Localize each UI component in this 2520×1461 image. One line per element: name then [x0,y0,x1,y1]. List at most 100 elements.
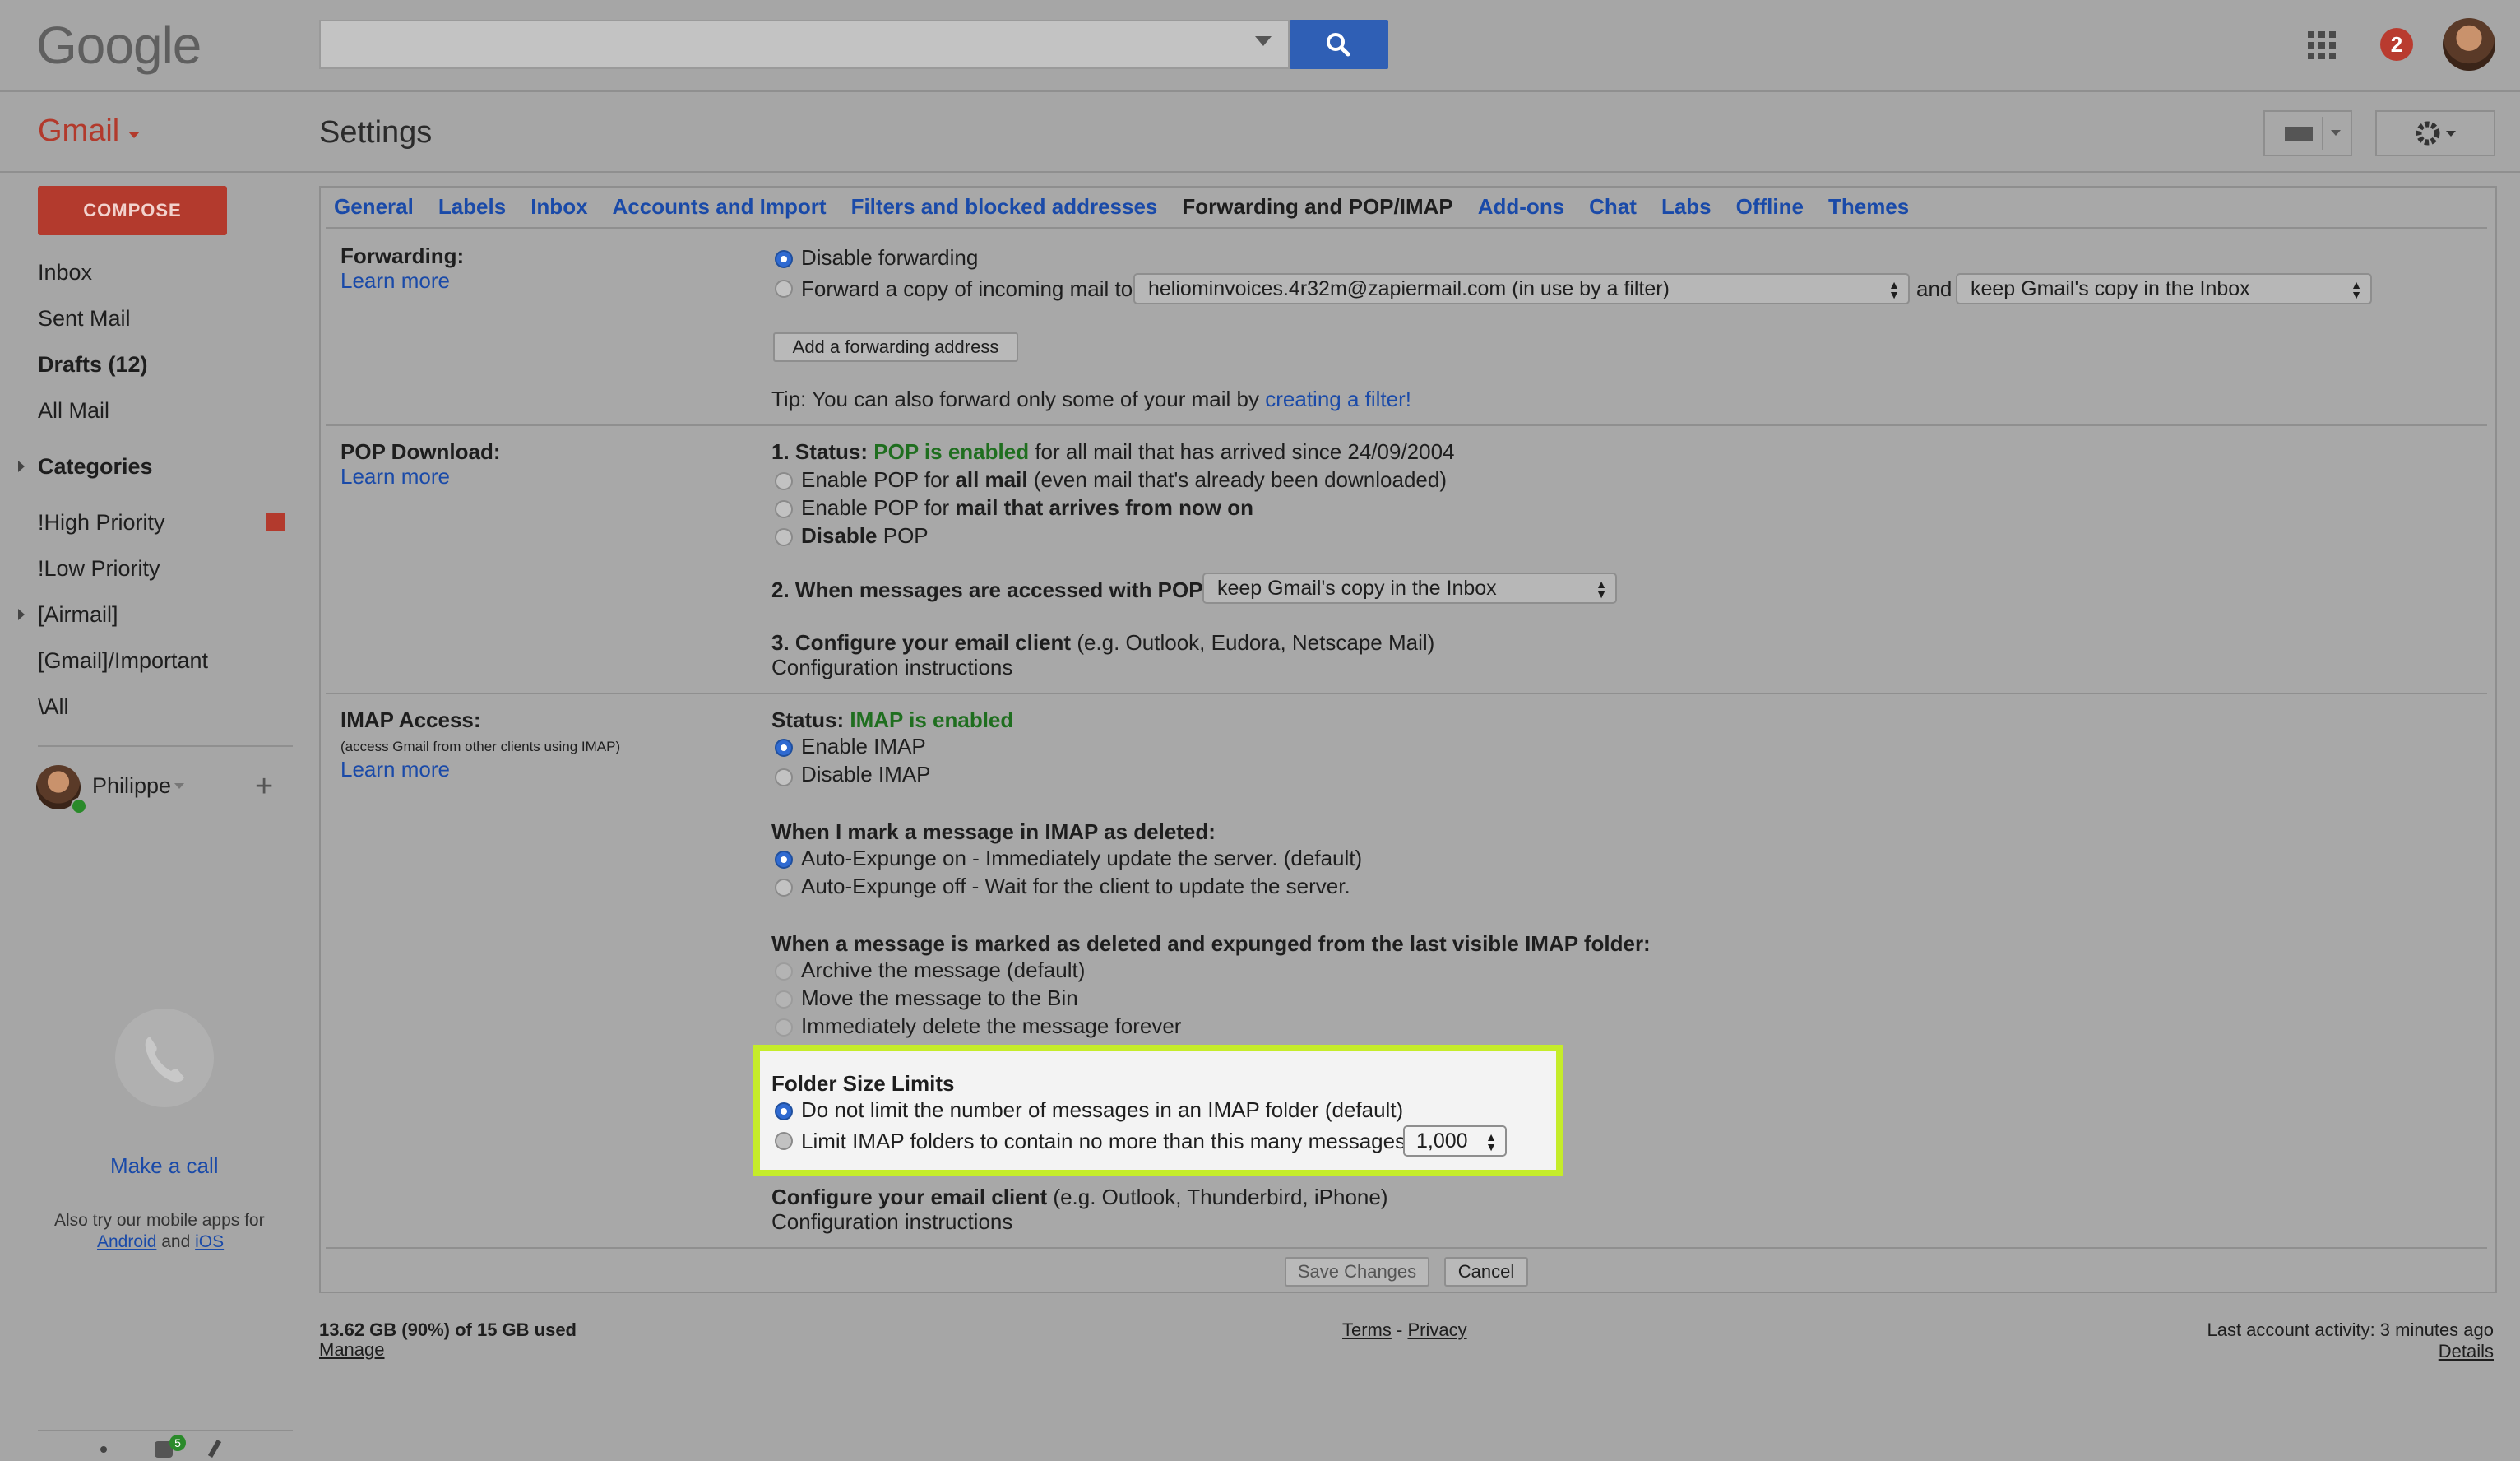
tab-general[interactable]: General [334,194,414,219]
terms-link[interactable]: Terms [1342,1320,1392,1340]
account-avatar[interactable] [2443,18,2495,71]
section-divider [326,693,2487,694]
sidebar-divider [38,745,293,747]
settings-button[interactable] [2375,110,2495,156]
imap-configure-hint: (e.g. Outlook, Thunderbird, iPhone) [1053,1185,1388,1209]
pop-all-mail-radio[interactable] [775,472,793,490]
manage-storage-link[interactable]: Manage [319,1339,385,1361]
imap-status: Status: IMAP is enabled [771,707,1013,733]
expunge-on-radio[interactable] [775,851,793,869]
sidebar-item-high-priority[interactable]: !High Priority [38,510,165,536]
disable-imap-radio[interactable] [775,768,793,786]
mobile-apps-text: Also try our mobile apps for [54,1211,265,1230]
tab-offline[interactable]: Offline [1736,194,1804,219]
privacy-link[interactable]: Privacy [1407,1320,1466,1340]
enable-imap-radio[interactable] [775,739,793,757]
gmail-menu[interactable]: Gmail [38,114,119,149]
tab-filters[interactable]: Filters and blocked addresses [851,194,1158,219]
tab-labels[interactable]: Labels [438,194,506,219]
expand-categories-icon[interactable] [18,461,25,472]
pop-opt3-bold: Disable [801,523,878,548]
apps-grid-icon[interactable] [2308,31,2336,59]
pop-from-now-radio[interactable] [775,500,793,518]
sidebar-item-important[interactable]: [Gmail]/Important [38,648,208,674]
tab-add-ons[interactable]: Add-ons [1478,194,1564,219]
create-filter-link[interactable]: creating a filter! [1265,387,1411,411]
contacts-icon[interactable] [100,1446,107,1453]
move-bin-label: Move the message to the Bin [801,986,1078,1010]
tab-labs[interactable]: Labs [1661,194,1712,219]
sidebar-item-sent[interactable]: Sent Mail [38,306,131,332]
make-call-link[interactable]: Make a call [110,1153,219,1179]
folder-limit-select[interactable]: 1,000 ▲ ▼ [1403,1125,1507,1157]
sidebar-item-drafts[interactable]: Drafts (12) [38,352,148,378]
sidebar-item-airmail[interactable]: [Airmail] [38,602,118,628]
add-forwarding-address-button[interactable]: Add a forwarding address [773,332,1018,362]
add-chat-icon[interactable]: + [255,770,273,803]
pop-access-select[interactable]: keep Gmail's copy in the Inbox ▲ ▼ [1202,573,1617,604]
compose-button[interactable]: COMPOSE [38,186,227,235]
imap-configure-label: Configure your email client [771,1185,1048,1209]
phone-icon [115,1009,214,1107]
input-tools-button[interactable] [2263,110,2352,156]
google-logo[interactable]: Google [36,15,202,76]
imap-config-instructions-link[interactable]: Configuration instructions [771,1209,1012,1235]
disable-forwarding-radio[interactable] [775,250,793,268]
tabs-divider [326,227,2487,229]
delete-forever-radio[interactable] [775,1018,793,1037]
pop-access-label: 2. When messages are accessed with POP [771,577,1203,602]
and-label: and [1916,276,1953,301]
forward-copy-radio[interactable] [775,280,793,298]
archive-radio[interactable] [775,962,793,981]
enable-imap-label: Enable IMAP [801,734,926,758]
imap-status-prefix: Status: [771,707,845,732]
chat-user-name[interactable]: Philippe [92,773,171,799]
tab-themes[interactable]: Themes [1828,194,1909,219]
sidebar-item-categories[interactable]: Categories [38,454,153,480]
phone-tab-icon[interactable] [207,1439,222,1459]
sidebar-item-inbox[interactable]: Inbox [38,260,92,285]
no-limit-radio[interactable] [775,1102,793,1120]
tab-accounts-import[interactable]: Accounts and Import [613,194,827,219]
tab-inbox[interactable]: Inbox [530,194,587,219]
select-arrows-icon: ▲ ▼ [1485,1130,1497,1153]
pop-status: 1. Status: POP is enabled for all mail t… [771,439,1455,465]
pop-config-instructions-link[interactable]: Configuration instructions [771,655,1012,680]
expand-airmail-icon[interactable] [18,609,25,620]
android-link[interactable]: Android [97,1232,156,1251]
move-bin-radio[interactable] [775,990,793,1009]
pop-disable-radio[interactable] [775,528,793,546]
chevron-down-icon[interactable] [128,132,140,138]
search-options-icon[interactable] [1255,36,1272,46]
search-button[interactable] [1290,20,1388,69]
chevron-down-icon[interactable] [174,783,184,789]
sidebar-item-all[interactable]: \All [38,694,69,720]
tab-chat[interactable]: Chat [1589,194,1637,219]
forward-address-select[interactable]: heliominvoices.4r32m@zapiermail.com (in … [1133,273,1910,304]
forward-address-value: heliominvoices.4r32m@zapiermail.com (in … [1148,277,1670,300]
save-changes-button[interactable]: Save Changes [1285,1257,1429,1287]
pop-opt1-text: Enable POP for [801,467,950,492]
pop-opt2-bold: mail that arrives from now on [955,495,1254,520]
expunge-off-radio[interactable] [775,879,793,897]
pop-all-mail-label: Enable POP for all mail (even mail that'… [801,467,1447,493]
sidebar-item-all-mail[interactable]: All Mail [38,398,109,424]
forwarding-tip: Tip: You can also forward only some of y… [771,387,1411,412]
pop-learn-more-link[interactable]: Learn more [340,464,450,489]
activity-details-link[interactable]: Details [2207,1341,2494,1362]
search-input[interactable] [319,20,1290,69]
footer-separator: - [1397,1320,1403,1340]
forward-action-select[interactable]: keep Gmail's copy in the Inbox ▲ ▼ [1956,273,2372,304]
ios-link[interactable]: iOS [195,1232,224,1251]
keyboard-icon [2285,117,2341,150]
forwarding-learn-more-link[interactable]: Learn more [340,268,450,294]
account-activity: Last account activity: 3 minutes ago Deta… [2207,1320,2494,1362]
notifications-badge[interactable]: 2 [2380,28,2413,61]
limit-folders-label: Limit IMAP folders to contain no more th… [801,1129,1406,1153]
pop-configure-hint: (e.g. Outlook, Eudora, Netscape Mail) [1077,630,1435,655]
cancel-button[interactable]: Cancel [1444,1257,1528,1287]
imap-learn-more-link[interactable]: Learn more [340,757,450,782]
tab-forwarding-pop-imap[interactable]: Forwarding and POP/IMAP [1182,194,1452,219]
sidebar-item-low-priority[interactable]: !Low Priority [38,556,160,582]
limit-folders-radio[interactable] [775,1132,793,1150]
